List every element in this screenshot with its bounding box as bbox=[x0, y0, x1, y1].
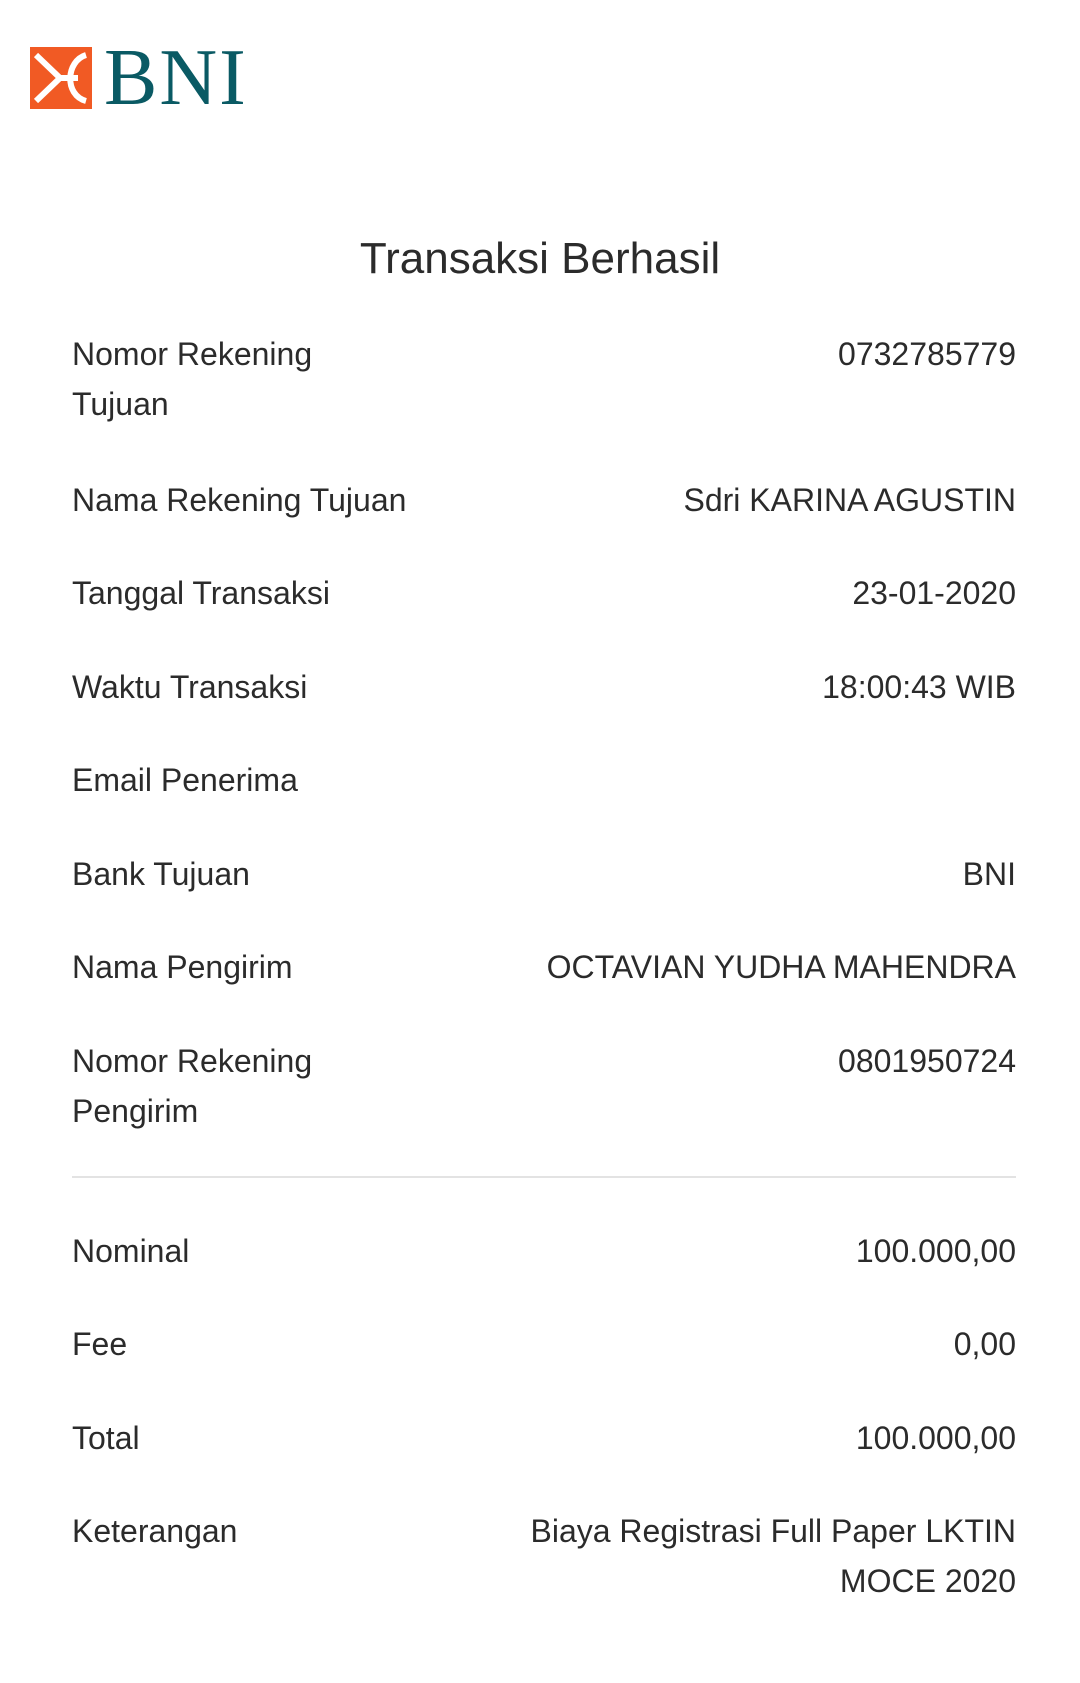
summary-value: Biaya Registrasi Full Paper LKTIN MOCE 2… bbox=[530, 1513, 1016, 1599]
detail-label: Nomor Rekening Tujuan bbox=[72, 336, 313, 422]
page-title: Transaksi Berhasil bbox=[359, 234, 721, 283]
bni-logo: BNI bbox=[30, 34, 248, 122]
bni-logo-text: BNI bbox=[104, 34, 248, 122]
detail-label: Email Penerima bbox=[72, 762, 298, 798]
detail-row-nomor-rekening-pengirim: Nomor Rekening Pengirim 0801950724 bbox=[72, 1036, 1016, 1136]
detail-value: 18:00:43 WIB bbox=[822, 669, 1016, 705]
detail-row-nomor-rekening-tujuan: Nomor Rekening Tujuan 0732785779 bbox=[72, 329, 1016, 429]
detail-label: Nama Rekening Tujuan bbox=[72, 482, 407, 518]
detail-label: Waktu Transaksi bbox=[72, 669, 308, 705]
bni-logo-mark-icon bbox=[30, 47, 92, 109]
summary-row-total: Total 100.000,00 bbox=[72, 1413, 1016, 1463]
detail-label: Nama Pengirim bbox=[72, 949, 293, 985]
summary-label: Keterangan bbox=[72, 1513, 238, 1549]
section-divider bbox=[72, 1176, 1016, 1178]
summary-value: 0,00 bbox=[953, 1326, 1016, 1362]
summary-row-fee: Fee 0,00 bbox=[72, 1319, 1016, 1369]
summary-label: Nominal bbox=[72, 1233, 190, 1269]
summary-row-keterangan: Keterangan Biaya Registrasi Full Paper L… bbox=[72, 1506, 1016, 1606]
detail-row-email-penerima: Email Penerima bbox=[72, 755, 1016, 805]
summary-row-nominal: Nominal 100.000,00 bbox=[72, 1226, 1016, 1276]
detail-label: Nomor Rekening Pengirim bbox=[72, 1043, 313, 1129]
detail-row-nama-pengirim: Nama Pengirim OCTAVIAN YUDHA MAHENDRA bbox=[72, 942, 1016, 992]
detail-value: 0732785779 bbox=[838, 336, 1016, 372]
detail-value: Sdri KARINA AGUSTIN bbox=[683, 482, 1016, 518]
summary-value: 100.000,00 bbox=[855, 1420, 1016, 1456]
summary-value: 100.000,00 bbox=[855, 1233, 1016, 1269]
detail-value: OCTAVIAN YUDHA MAHENDRA bbox=[546, 949, 1016, 985]
detail-label: Tanggal Transaksi bbox=[72, 575, 330, 611]
detail-row-nama-rekening-tujuan: Nama Rekening Tujuan Sdri KARINA AGUSTIN bbox=[72, 475, 1016, 525]
summary-label: Fee bbox=[72, 1326, 128, 1362]
detail-value: 23-01-2020 bbox=[852, 575, 1016, 611]
detail-row-bank-tujuan: Bank Tujuan BNI bbox=[72, 849, 1016, 899]
detail-value: 0801950724 bbox=[838, 1043, 1016, 1079]
detail-row-tanggal-transaksi: Tanggal Transaksi 23-01-2020 bbox=[72, 568, 1016, 618]
summary-label: Total bbox=[72, 1420, 140, 1456]
detail-label: Bank Tujuan bbox=[72, 856, 250, 892]
detail-row-waktu-transaksi: Waktu Transaksi 18:00:43 WIB bbox=[72, 662, 1016, 712]
detail-value: BNI bbox=[962, 856, 1016, 892]
